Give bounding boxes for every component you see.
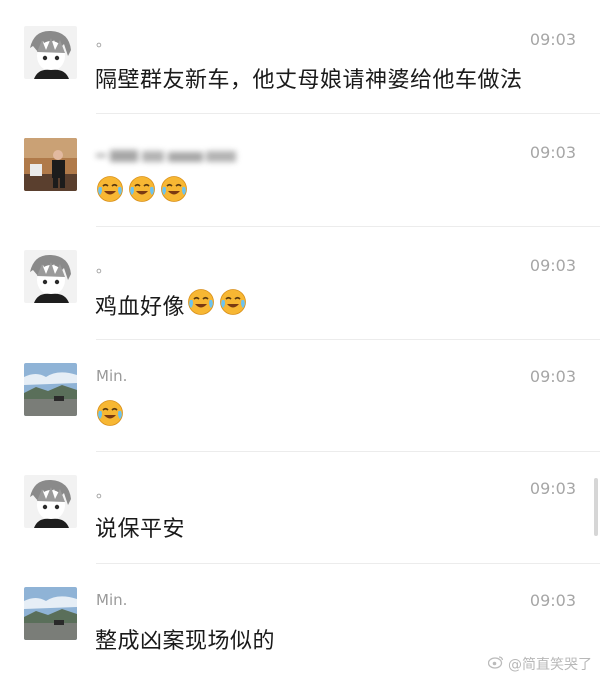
crying-laughing-emoji-icon	[128, 175, 156, 207]
crying-laughing-emoji-icon	[187, 288, 215, 322]
message-text: 隔壁群友新车，他丈母娘请神婆给他车做法	[95, 68, 523, 93]
landscape-avatar-icon[interactable]	[24, 587, 77, 640]
message-time: 09:03	[529, 367, 576, 386]
message-row[interactable]: 。 09:03 鸡血好像	[0, 226, 600, 340]
landscape-avatar-icon[interactable]	[24, 363, 77, 416]
message-row[interactable]: 09:03	[0, 113, 600, 227]
sender-name: Min.	[96, 367, 128, 385]
sender-name: Min.	[96, 591, 128, 609]
crying-laughing-emoji-icon	[219, 288, 247, 322]
sender-name: 。	[96, 483, 112, 501]
crying-laughing-emoji-icon	[96, 399, 124, 431]
message-row[interactable]: Min. 09:03	[0, 339, 600, 452]
photo-avatar-man-icon[interactable]	[24, 138, 77, 191]
message-time: 09:03	[529, 143, 576, 162]
anime-avatar-icon[interactable]	[24, 250, 77, 303]
weibo-logo-icon	[487, 655, 504, 673]
message-time: 09:03	[529, 591, 576, 610]
message-text: 整成凶案现场似的	[95, 629, 276, 654]
anime-avatar-icon[interactable]	[24, 475, 77, 528]
watermark: @简直笑哭了	[487, 654, 592, 674]
emoji-group	[187, 288, 247, 322]
message-time: 09:03	[529, 256, 576, 275]
scrollbar[interactable]	[594, 478, 598, 536]
message-time: 09:03	[529, 30, 576, 49]
blurred-sender-name	[96, 147, 241, 165]
crying-laughing-emoji-icon	[96, 175, 124, 207]
emoji-group	[96, 175, 188, 207]
message-row[interactable]: 。 09:03 隔壁群友新车，他丈母娘请神婆给他车做法	[0, 0, 600, 114]
watermark-text: @简直笑哭了	[508, 657, 592, 673]
anime-avatar-icon[interactable]	[24, 26, 77, 79]
emoji-group	[96, 399, 124, 431]
crying-laughing-emoji-icon	[160, 175, 188, 207]
message-time: 09:03	[529, 479, 576, 498]
message-row[interactable]: 。 09:03 说保平安	[0, 451, 600, 564]
sender-name: 。	[96, 258, 112, 276]
sender-name: 。	[96, 32, 112, 50]
message-line: 鸡血好像	[95, 288, 247, 322]
message-text: 鸡血好像	[95, 295, 186, 320]
message-text: 说保平安	[95, 517, 186, 542]
